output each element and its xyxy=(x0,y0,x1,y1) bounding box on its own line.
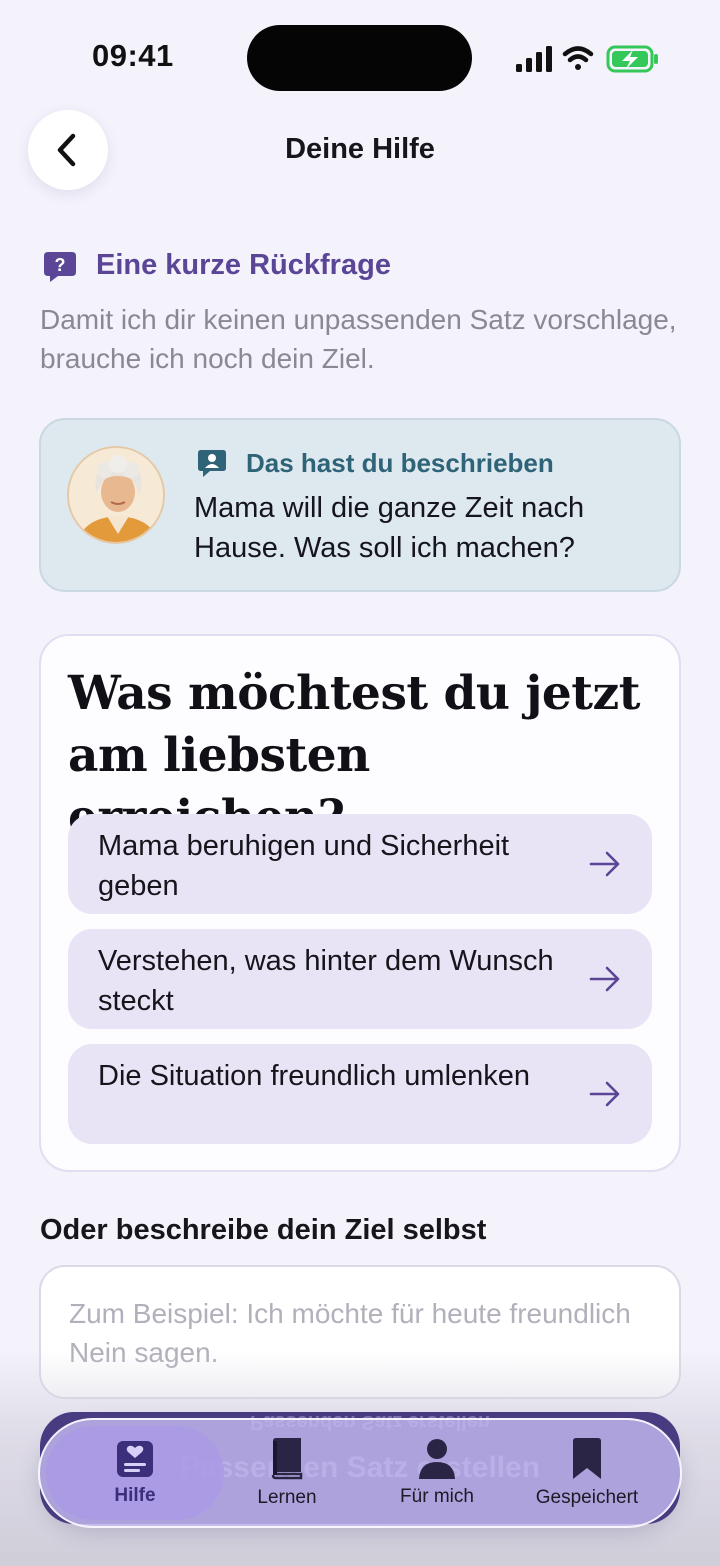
bookmark-icon xyxy=(573,1438,601,1479)
question-bubble-icon: ? xyxy=(44,252,76,282)
goal-option-label: Mama beruhigen und Sicherheit geben xyxy=(98,830,510,902)
tab-label: Hilfe xyxy=(114,1485,156,1506)
goal-option-calm[interactable]: Mama beruhigen und Sicherheit geben xyxy=(68,814,652,914)
arrow-right-icon xyxy=(589,966,620,992)
custom-goal-label: Oder beschreibe dein Ziel selbst xyxy=(40,1214,487,1246)
heart-card-icon xyxy=(117,1441,153,1477)
goal-option-label: Die Situation freundlich umlenken xyxy=(98,1060,531,1092)
goal-option-understand[interactable]: Verstehen, was hinter dem Wunsch steckt xyxy=(68,929,652,1029)
arrow-right-icon xyxy=(589,1081,620,1107)
tab-hilfe[interactable]: Hilfe xyxy=(60,1420,210,1526)
tab-label: Gespeichert xyxy=(535,1487,639,1508)
status-icons xyxy=(516,45,658,73)
clarification-description: Damit ich dir keinen unpassenden Satz vo… xyxy=(40,304,677,374)
dynamic-island xyxy=(247,25,472,91)
tab-gespeichert[interactable]: Gespeichert xyxy=(512,1420,662,1526)
status-time: 09:41 xyxy=(92,38,174,73)
goal-option-redirect[interactable]: Die Situation freundlich umlenken xyxy=(68,1044,652,1144)
tab-lernen[interactable]: Lernen xyxy=(212,1420,362,1526)
arrow-right-icon xyxy=(589,851,620,877)
tab-bar: Hilfe Lernen Für mich Gespeichert xyxy=(38,1418,682,1528)
user-bubble-icon xyxy=(198,450,226,477)
person-icon xyxy=(419,1439,455,1479)
tab-fuer-mich[interactable]: Für mich xyxy=(362,1420,512,1526)
wifi-icon xyxy=(562,46,594,70)
tab-label: Lernen xyxy=(257,1487,317,1508)
book-icon xyxy=(271,1438,303,1480)
page-title: Deine Hilfe xyxy=(285,133,435,165)
signal-icon xyxy=(516,46,552,72)
goal-option-label: Verstehen, was hinter dem Wunsch steckt xyxy=(98,945,554,1017)
described-label: Das hast du beschrieben xyxy=(246,448,554,478)
avatar xyxy=(67,446,165,544)
tab-label: Für mich xyxy=(400,1486,474,1507)
clarification-title: Eine kurze Rückfrage xyxy=(96,249,391,281)
described-text: Mama will die ganze Zeit nach Hause. Was… xyxy=(194,492,585,564)
battery-charging-icon xyxy=(606,45,658,73)
svg-text:?: ? xyxy=(55,255,66,275)
